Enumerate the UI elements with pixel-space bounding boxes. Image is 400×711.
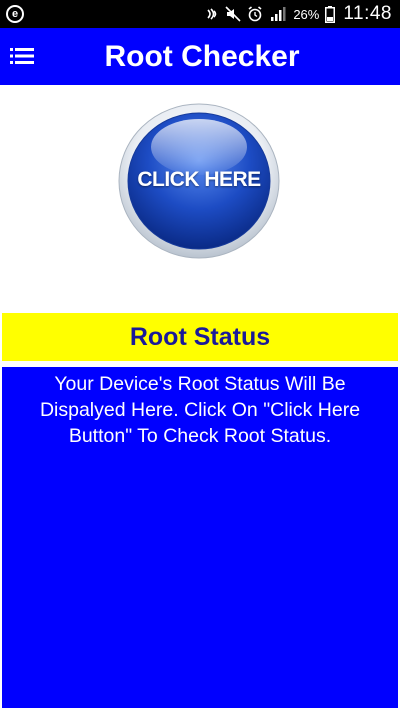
click-here-button[interactable]: CLICK HERE xyxy=(118,103,280,259)
menu-icon[interactable] xyxy=(10,46,36,66)
root-status-result-panel: Your Device's Root Status Will Be Dispal… xyxy=(2,367,398,708)
battery-percent: 26% xyxy=(293,6,320,22)
mute-icon xyxy=(225,6,241,22)
notification-e-icon: e xyxy=(6,5,24,23)
click-here-label: CLICK HERE xyxy=(137,168,261,191)
status-clock: 11:48 xyxy=(343,3,392,24)
status-bar: e 26% 11:48 xyxy=(0,0,400,28)
signal-icon xyxy=(269,6,287,22)
battery-icon xyxy=(325,5,336,23)
alarm-icon xyxy=(247,6,263,22)
app-bar: Root Checker xyxy=(0,28,400,85)
app-title: Root Checker xyxy=(104,39,300,73)
root-status-message: Your Device's Root Status Will Be Dispal… xyxy=(39,373,361,447)
status-left: e xyxy=(6,5,24,23)
status-right: 26% 11:48 xyxy=(205,3,392,25)
nfc-icon xyxy=(205,7,219,21)
root-status-header: Root Status xyxy=(2,313,398,361)
